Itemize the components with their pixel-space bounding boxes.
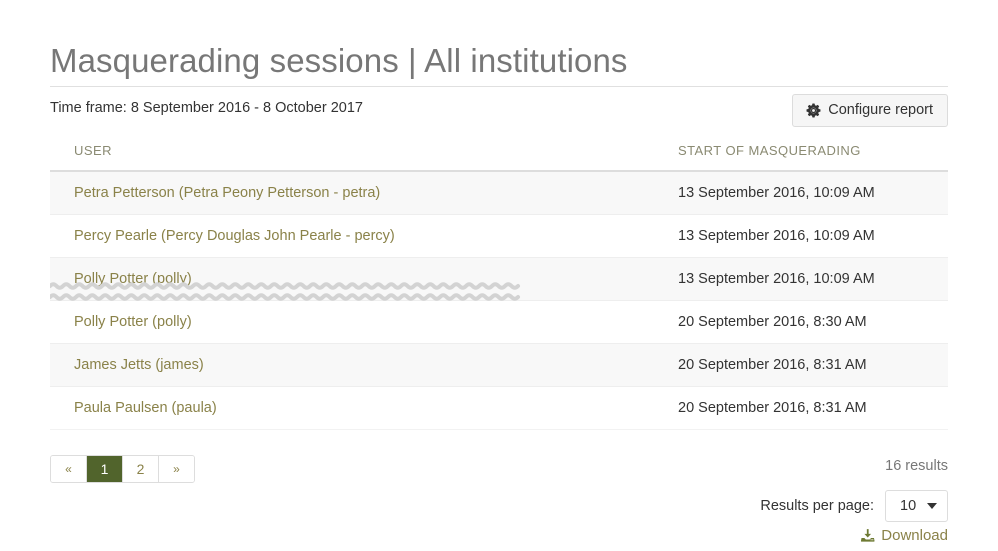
report-page: Masquerading sessions | All institutions…: [0, 0, 998, 544]
page-title: Masquerading sessions | All institutions: [50, 42, 628, 79]
table-body: Petra Petterson (Petra Peony Petterson -…: [50, 171, 948, 430]
results-per-page-select[interactable]: 10: [885, 490, 948, 522]
configure-report-label: Configure report: [828, 102, 933, 119]
table-row: Petra Petterson (Petra Peony Petterson -…: [50, 171, 948, 215]
subheader-row: Time frame: 8 September 2016 - 8 October…: [50, 87, 948, 129]
cell-start: 20 September 2016, 8:31 AM: [654, 343, 948, 387]
table-row: Percy Pearle (Percy Douglas John Pearle …: [50, 214, 948, 258]
table-row: Paula Paulsen (paula) 20 September 2016,…: [50, 386, 948, 430]
user-link[interactable]: Paula Paulsen (paula): [74, 400, 217, 416]
column-header-start: START OF MASQUERADING: [654, 141, 948, 172]
user-link[interactable]: Polly Potter (polly): [74, 314, 192, 330]
download-label: Download: [881, 527, 948, 544]
user-link[interactable]: Percy Pearle (Percy Douglas John Pearle …: [74, 228, 395, 244]
cell-start: 13 September 2016, 10:09 AM: [654, 214, 948, 258]
cell-user: Percy Pearle (Percy Douglas John Pearle …: [50, 214, 654, 258]
masquerading-sessions-table: USER START OF MASQUERADING Petra Petters…: [50, 141, 948, 430]
cell-start: 13 September 2016, 10:09 AM: [654, 257, 948, 301]
cell-user: Polly Potter (polly): [50, 300, 654, 344]
table-header-row: USER START OF MASQUERADING: [50, 141, 948, 172]
pagination-prev[interactable]: «: [51, 456, 87, 482]
cell-user: James Jetts (james): [50, 343, 654, 387]
cell-start: 20 September 2016, 8:30 AM: [654, 300, 948, 344]
cell-user: Paula Paulsen (paula): [50, 386, 654, 430]
pagination[interactable]: « 1 2 »: [50, 455, 195, 483]
results-count: 16 results: [885, 458, 948, 474]
table-footer: « 1 2 » 16 results Results per page: 10: [50, 455, 948, 551]
pagination-page-2[interactable]: 2: [123, 456, 159, 482]
cell-user: Polly Potter (polly): [50, 257, 654, 301]
cell-start: 13 September 2016, 10:09 AM: [654, 171, 948, 215]
download-link[interactable]: Download: [860, 527, 948, 544]
pagination-page-1[interactable]: 1: [87, 456, 123, 482]
user-link[interactable]: James Jetts (james): [74, 357, 204, 373]
results-per-page-label: Results per page:: [760, 498, 874, 514]
results-per-page-wrapper: 10: [885, 490, 948, 522]
cell-user: Petra Petterson (Petra Peony Petterson -…: [50, 171, 654, 215]
user-link[interactable]: Polly Potter (polly): [74, 271, 192, 287]
cell-start: 20 September 2016, 8:31 AM: [654, 386, 948, 430]
pagination-next[interactable]: »: [159, 456, 194, 482]
table-head: USER START OF MASQUERADING: [50, 141, 948, 172]
configure-report-button[interactable]: Configure report: [792, 94, 948, 127]
table-row: Polly Potter (polly) 13 September 2016, …: [50, 257, 948, 301]
user-link[interactable]: Petra Petterson (Petra Peony Petterson -…: [74, 185, 380, 201]
column-header-user: USER: [50, 141, 654, 172]
results-per-page-row: Results per page: 10: [760, 490, 948, 522]
table-row: Polly Potter (polly) 20 September 2016, …: [50, 300, 948, 344]
table-row: James Jetts (james) 20 September 2016, 8…: [50, 343, 948, 387]
gear-icon: [806, 103, 821, 118]
